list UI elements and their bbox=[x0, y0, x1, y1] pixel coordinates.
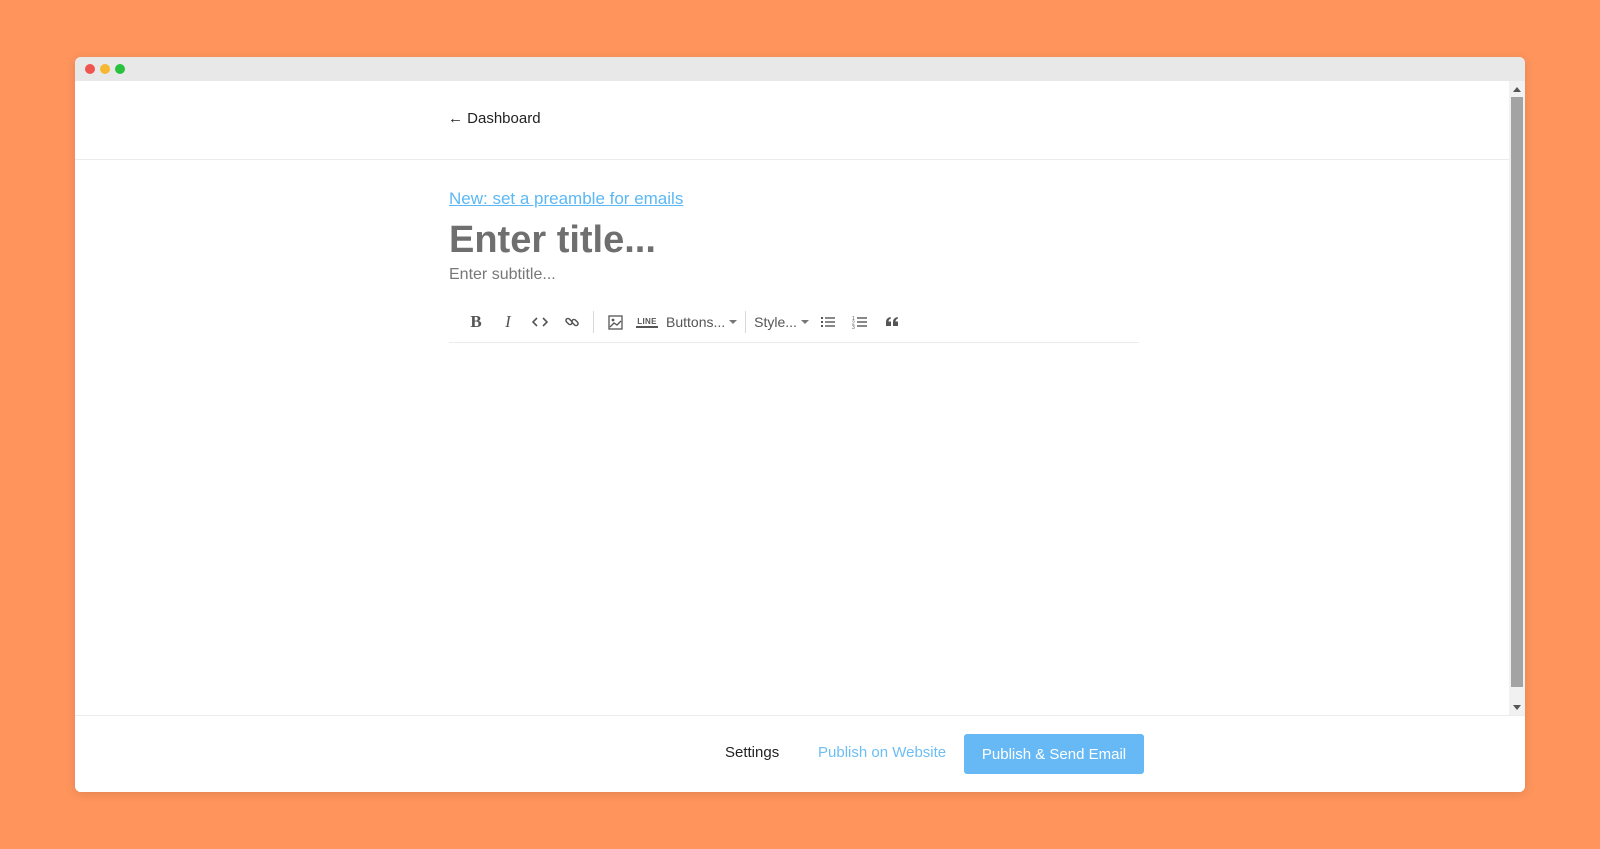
vertical-scrollbar[interactable] bbox=[1509, 81, 1525, 716]
app-window: ← Dashboard New: set a preamble for emai… bbox=[75, 57, 1525, 792]
quote-icon bbox=[885, 317, 898, 326]
style-dropdown[interactable]: Style... bbox=[754, 314, 809, 330]
style-dropdown-label: Style... bbox=[754, 314, 797, 330]
code-icon bbox=[532, 317, 548, 327]
bullet-list-button[interactable] bbox=[815, 308, 841, 336]
caret-down-icon bbox=[800, 320, 809, 324]
line-icon: LINE bbox=[636, 316, 658, 328]
minimize-window-button[interactable] bbox=[100, 64, 110, 74]
scroll-down-arrow-icon[interactable] bbox=[1513, 705, 1521, 710]
buttons-dropdown-label: Buttons... bbox=[666, 314, 726, 330]
maximize-window-button[interactable] bbox=[115, 64, 125, 74]
toolbar-divider bbox=[745, 311, 747, 333]
horizontal-line-button[interactable]: LINE bbox=[634, 308, 660, 336]
numbered-list-icon: 123 bbox=[852, 316, 867, 329]
publish-on-website-button[interactable]: Publish on Website bbox=[818, 744, 946, 761]
image-icon bbox=[607, 314, 623, 330]
italic-button[interactable]: I bbox=[495, 308, 521, 336]
image-button[interactable] bbox=[602, 308, 628, 336]
post-editor: New: set a preamble for emails B I LINE bbox=[449, 189, 1139, 343]
bullet-list-icon bbox=[820, 317, 835, 327]
blockquote-button[interactable] bbox=[879, 308, 905, 336]
close-window-button[interactable] bbox=[85, 64, 95, 74]
settings-button[interactable]: Settings bbox=[725, 744, 779, 761]
code-button[interactable] bbox=[527, 308, 553, 336]
svg-text:3: 3 bbox=[852, 325, 855, 329]
top-nav: ← Dashboard bbox=[75, 81, 1509, 160]
window-titlebar bbox=[75, 57, 1525, 81]
link-icon bbox=[565, 317, 579, 327]
editor-page: ← Dashboard New: set a preamble for emai… bbox=[75, 81, 1509, 716]
publish-footer: Settings Publish on Website Publish & Se… bbox=[75, 715, 1525, 792]
preamble-link[interactable]: New: set a preamble for emails bbox=[449, 189, 683, 209]
buttons-dropdown[interactable]: Buttons... bbox=[666, 314, 738, 330]
publish-send-email-button[interactable]: Publish & Send Email bbox=[964, 734, 1144, 774]
scrollbar-thumb[interactable] bbox=[1511, 97, 1523, 687]
toolbar-divider bbox=[593, 311, 594, 333]
bold-button[interactable]: B bbox=[463, 308, 489, 336]
formatting-toolbar: B I LINE Buttons... Style... 1 2 3 bbox=[449, 302, 1139, 343]
subtitle-input[interactable] bbox=[449, 266, 1129, 284]
numbered-list-button[interactable]: 123 bbox=[847, 308, 873, 336]
scroll-up-arrow-icon[interactable] bbox=[1513, 87, 1521, 92]
link-button[interactable] bbox=[559, 308, 585, 336]
title-input[interactable] bbox=[449, 219, 1129, 262]
caret-down-icon bbox=[729, 320, 738, 324]
back-to-dashboard-link[interactable]: ← Dashboard bbox=[448, 110, 541, 127]
